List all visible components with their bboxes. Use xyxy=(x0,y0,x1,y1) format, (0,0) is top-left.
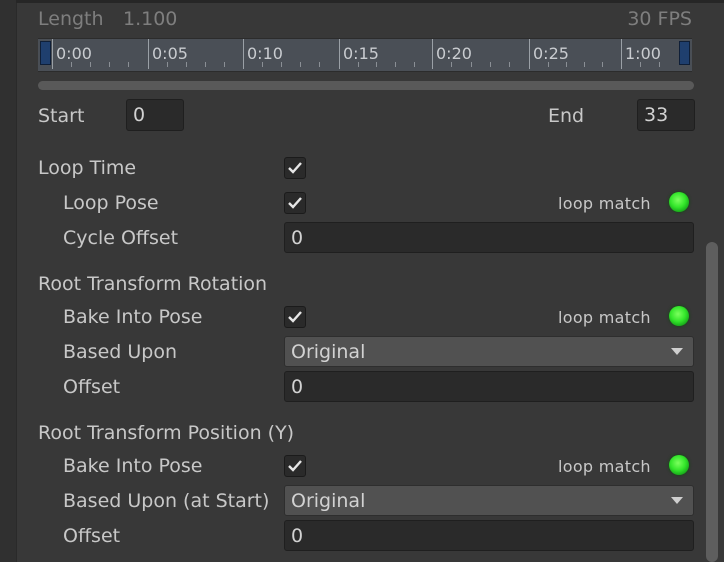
checkmark-icon xyxy=(288,162,302,174)
rotation-based-upon-label: Based Upon xyxy=(63,341,177,363)
length-value: 1.100 xyxy=(123,8,178,30)
position-bake-label: Bake Into Pose xyxy=(63,455,203,477)
position-offset-input[interactable]: 0 xyxy=(284,520,694,551)
checkmark-icon xyxy=(288,311,302,323)
green-dot-icon xyxy=(669,455,689,475)
loop-match-label: loop match xyxy=(558,194,651,213)
end-marker-icon[interactable] xyxy=(679,41,690,65)
end-label: End xyxy=(548,105,585,127)
cycle-offset-input[interactable]: 0 xyxy=(284,222,694,253)
position-based-upon-dropdown[interactable]: Original xyxy=(284,485,694,516)
fps-label: 30 FPS xyxy=(627,8,692,30)
rotation-offset-input[interactable]: 0 xyxy=(284,371,694,402)
timeline-tick-label: 1:00 xyxy=(625,44,661,63)
loop-pose-checkbox[interactable] xyxy=(284,192,306,214)
position-offset-label: Offset xyxy=(63,525,121,547)
start-input[interactable]: 0 xyxy=(126,99,184,131)
vertical-scrollbar[interactable] xyxy=(706,242,718,562)
root-position-y-title: Root Transform Position (Y) xyxy=(38,422,295,444)
left-gutter xyxy=(0,0,16,562)
checkmark-icon xyxy=(288,197,302,209)
rotation-based-upon-dropdown[interactable]: Original xyxy=(284,336,694,367)
green-dot-icon xyxy=(669,306,689,326)
loop-time-label: Loop Time xyxy=(38,157,137,179)
start-marker-icon[interactable] xyxy=(40,41,51,65)
loop-pose-label: Loop Pose xyxy=(63,192,159,214)
timeline-tick-label: 0:25 xyxy=(533,44,569,63)
start-label: Start xyxy=(38,105,85,127)
timeline-scrollbar[interactable] xyxy=(38,81,694,90)
end-input[interactable]: 33 xyxy=(637,99,695,131)
chevron-down-icon xyxy=(671,497,683,504)
rotation-bake-label: Bake Into Pose xyxy=(63,306,203,328)
dropdown-value: Original xyxy=(291,489,366,512)
green-dot-icon xyxy=(669,192,689,212)
chevron-down-icon xyxy=(671,348,683,355)
loop-match-label: loop match xyxy=(558,308,651,327)
timeline-tick-label: 0:00 xyxy=(56,44,92,63)
root-rotation-title: Root Transform Rotation xyxy=(38,273,268,295)
rotation-bake-checkbox[interactable] xyxy=(284,306,306,328)
timeline-tick-label: 0:05 xyxy=(152,44,188,63)
position-based-upon-label: Based Upon (at Start) xyxy=(63,490,270,512)
position-bake-checkbox[interactable] xyxy=(284,455,306,477)
timeline-tick-label: 0:15 xyxy=(343,44,379,63)
loop-time-checkbox[interactable] xyxy=(284,157,306,179)
checkmark-icon xyxy=(288,460,302,472)
timeline-tick-label: 0:20 xyxy=(436,44,472,63)
length-label: Length xyxy=(38,8,104,30)
cycle-offset-label: Cycle Offset xyxy=(63,227,179,249)
dropdown-value: Original xyxy=(291,340,366,363)
timeline-tick-label: 0:10 xyxy=(247,44,283,63)
loop-match-label: loop match xyxy=(558,457,651,476)
timeline-ruler[interactable]: 0:00 0:05 0:10 0:15 0:20 0:25 1:00 xyxy=(38,38,692,72)
rotation-offset-label: Offset xyxy=(63,376,121,398)
